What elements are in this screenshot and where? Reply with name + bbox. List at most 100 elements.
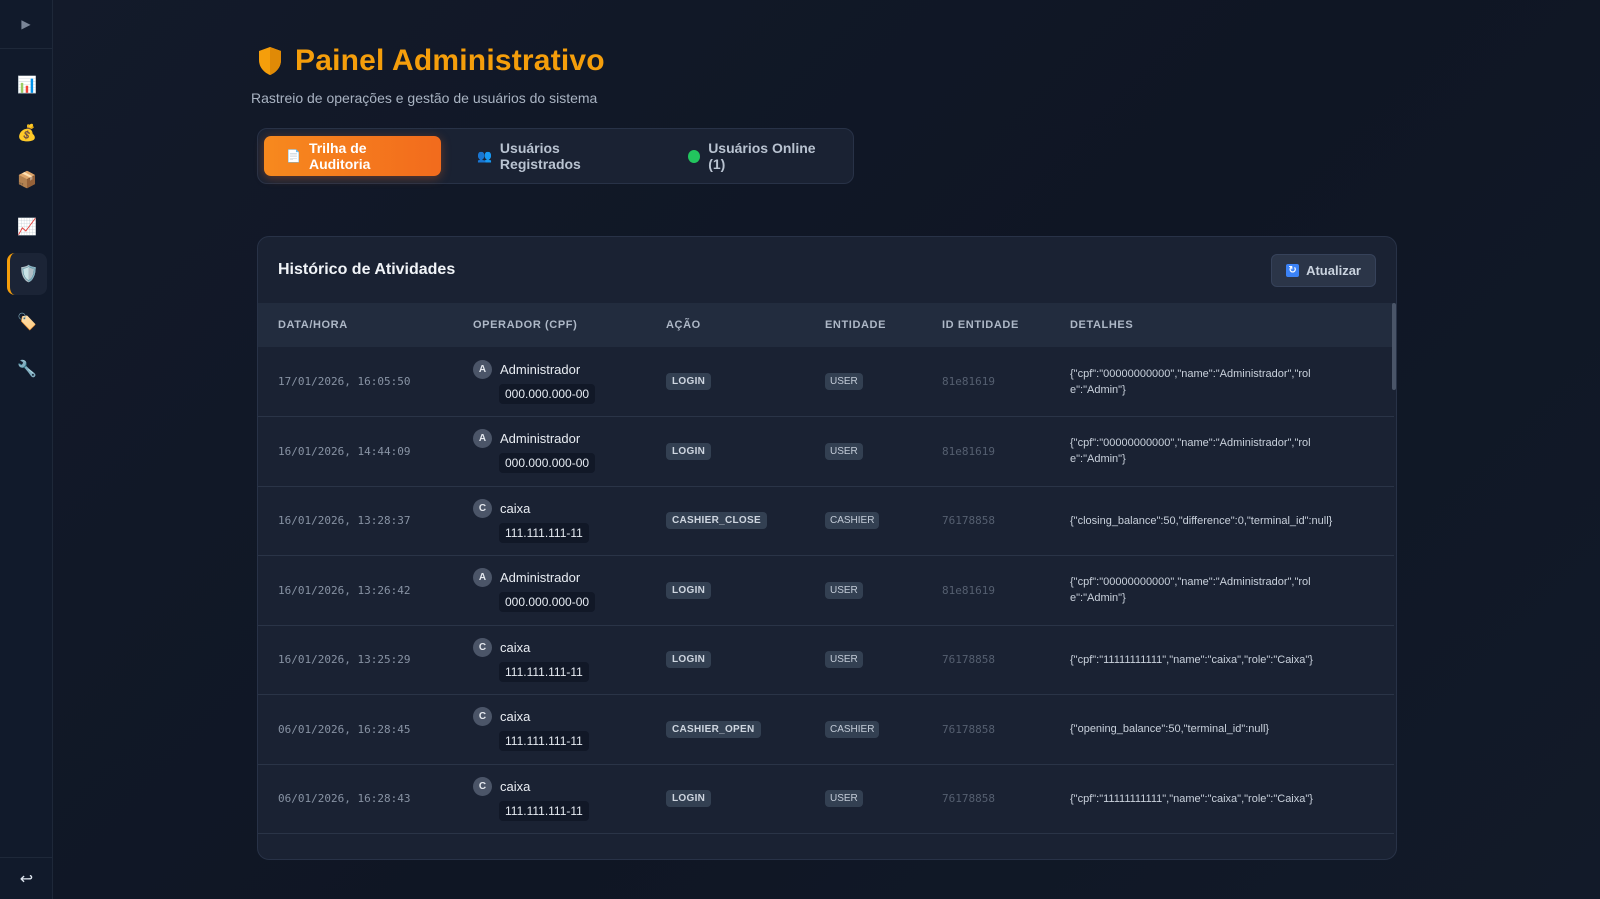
column-header-entity[interactable]: ENTIDADE	[805, 303, 922, 347]
shield-icon	[259, 47, 281, 75]
return-arrow-icon: ↩	[19, 870, 34, 888]
row-action	[646, 834, 805, 860]
audit-table: DATA/HORA OPERADOR (CPF) AÇÃO ENTIDADE I…	[258, 303, 1394, 860]
sidebar-item-financeiro[interactable]: 💰	[7, 112, 47, 154]
tab-registered-users[interactable]: 👥 Usuários Registrados	[455, 136, 652, 176]
online-dot-icon	[688, 149, 701, 163]
sidebar: ▶ 📊 💰 📦 📈 🛡️ 🏷️ 🔧 ↩	[0, 0, 53, 899]
row-entity	[805, 834, 922, 860]
row-details: {"closing_balance":70,"difference":20,"t…	[1050, 834, 1394, 860]
column-header-action[interactable]: AÇÃO	[646, 303, 805, 347]
row-entity: USER	[805, 347, 922, 417]
sidebar-toggle-button[interactable]: ▶	[0, 0, 52, 49]
column-header-entity-id[interactable]: ID ENTIDADE	[922, 303, 1050, 347]
column-header-operator[interactable]: OPERADOR (CPF)	[453, 303, 646, 347]
table-row[interactable]: 06/01/2026, 16:28:45 C caixa 111.111.111…	[258, 695, 1394, 765]
tab-label: Usuários Online (1)	[708, 140, 816, 172]
card-title: Histórico de Atividades	[278, 261, 456, 278]
operator-cpf: 111.111.111-11	[499, 731, 589, 752]
row-date: 16/01/2026, 13:26:42	[278, 583, 411, 597]
operator-cpf: 000.000.000-00	[499, 592, 596, 613]
row-action: CASHIER_CLOSE	[646, 486, 805, 556]
operator-cpf: 111.111.111-11	[499, 800, 589, 821]
sidebar-item-configuracoes[interactable]: 🔧	[7, 348, 47, 390]
operator-cpf: 000.000.000-00	[499, 453, 596, 474]
operator-cpf: 000.000.000-00	[499, 383, 596, 404]
tab-online-users[interactable]: Usuários Online (1)	[666, 136, 847, 176]
row-entity-id: 76178858	[942, 653, 995, 667]
action-badge: CASHIER_OPEN	[666, 720, 761, 738]
row-entity: USER	[805, 556, 922, 626]
row-action: CASHIER_OPEN	[646, 695, 805, 765]
column-header-details[interactable]: DETALHES	[1050, 303, 1394, 347]
line-chart-icon: 📈	[17, 219, 37, 236]
table-row[interactable]: A Administrador {"closing_balance":70,"d…	[258, 834, 1394, 860]
operator-name: Administrador	[500, 570, 581, 586]
table-row[interactable]: 16/01/2026, 13:26:42 A Administrador 000…	[258, 556, 1394, 626]
back-button[interactable]: ↩	[0, 857, 53, 899]
sidebar-item-promocoes[interactable]: 🏷️	[7, 301, 47, 343]
column-header-date[interactable]: DATA/HORA	[258, 303, 453, 347]
table-row[interactable]: 06/01/2026, 16:28:43 C caixa 111.111.111…	[258, 764, 1394, 834]
operator-name: Administrador	[500, 431, 581, 447]
table-row[interactable]: 17/01/2026, 16:05:50 A Administrador 000…	[258, 347, 1394, 417]
entity-badge: USER	[825, 581, 863, 599]
table-row[interactable]: 16/01/2026, 13:28:37 C caixa 111.111.111…	[258, 486, 1394, 556]
row-date: 16/01/2026, 13:28:37	[278, 514, 411, 528]
tab-label: Trilha de Auditoria	[308, 140, 371, 172]
users-icon: 👥	[476, 149, 492, 163]
row-entity-id: 81e81619	[942, 444, 995, 458]
row-entity: USER	[805, 417, 922, 487]
activity-history-card: Histórico de Atividades ↻ Atualizar DATA…	[257, 236, 1397, 860]
page-title: Painel Administrativo	[295, 44, 605, 77]
avatar: C	[473, 707, 492, 727]
row-action: LOGIN	[646, 347, 805, 417]
bar-chart-icon: 📊	[17, 77, 37, 94]
sidebar-item-admin[interactable]: 🛡️	[7, 253, 47, 295]
row-details: {"cpf":"00000000000","name":"Administrad…	[1070, 576, 1311, 605]
tab-label: Usuários Registrados	[499, 140, 581, 172]
tab-audit-trail[interactable]: 📄 Trilha de Auditoria	[264, 136, 441, 176]
row-operator: C caixa 111.111.111-11	[453, 625, 646, 695]
row-date: 16/01/2026, 13:25:29	[278, 653, 411, 667]
sidebar-item-produtos[interactable]: 📦	[7, 159, 47, 201]
operator-name: caixa	[500, 709, 531, 725]
row-entity: USER	[805, 764, 922, 834]
row-entity-id: 76178858	[942, 792, 995, 806]
action-badge: LOGIN	[666, 651, 712, 669]
row-operator: C caixa 111.111.111-11	[453, 764, 646, 834]
table-row[interactable]: 16/01/2026, 13:25:29 C caixa 111.111.111…	[258, 625, 1394, 695]
row-operator: A Administrador 000.000.000-00	[453, 556, 646, 626]
row-operator: A Administrador 000.000.000-00	[453, 417, 646, 487]
row-operator: C caixa 111.111.111-11	[453, 486, 646, 556]
row-details: {"closing_balance":50,"difference":0,"te…	[1070, 514, 1333, 527]
row-details: {"cpf":"00000000000","name":"Administrad…	[1070, 367, 1311, 396]
table-scrollbar[interactable]	[1392, 303, 1396, 390]
avatar: A	[473, 568, 492, 588]
row-date: 06/01/2026, 16:28:43	[278, 792, 411, 806]
avatar: C	[473, 637, 492, 657]
operator-cpf: 111.111.111-11	[499, 522, 589, 543]
row-details: {"opening_balance":50,"terminal_id":null…	[1070, 723, 1270, 736]
row-date: 16/01/2026, 14:44:09	[278, 444, 411, 458]
avatar: A	[473, 359, 492, 379]
row-operator: A Administrador 000.000.000-00	[453, 347, 646, 417]
row-entity: CASHIER	[805, 695, 922, 765]
action-badge: LOGIN	[666, 373, 712, 390]
action-badge: LOGIN	[666, 442, 712, 460]
sidebar-item-dashboard[interactable]: 📊	[7, 64, 47, 106]
sidebar-item-relatorios[interactable]: 📈	[7, 206, 47, 248]
table-row[interactable]: 16/01/2026, 14:44:09 A Administrador 000…	[258, 417, 1394, 487]
row-entity-id	[922, 834, 1050, 860]
package-icon: 📦	[17, 172, 37, 189]
avatar: A	[473, 858, 492, 859]
entity-badge: CASHIER	[825, 720, 880, 738]
action-badge: CASHIER_CLOSE	[666, 512, 767, 530]
row-entity: CASHIER	[805, 486, 922, 556]
entity-badge: USER	[825, 442, 863, 460]
action-badge: LOGIN	[666, 581, 712, 599]
operator-name: caixa	[500, 778, 531, 794]
refresh-button[interactable]: ↻ Atualizar	[1271, 253, 1376, 287]
row-entity-id: 81e81619	[942, 375, 995, 388]
entity-badge: CASHIER	[825, 512, 880, 530]
